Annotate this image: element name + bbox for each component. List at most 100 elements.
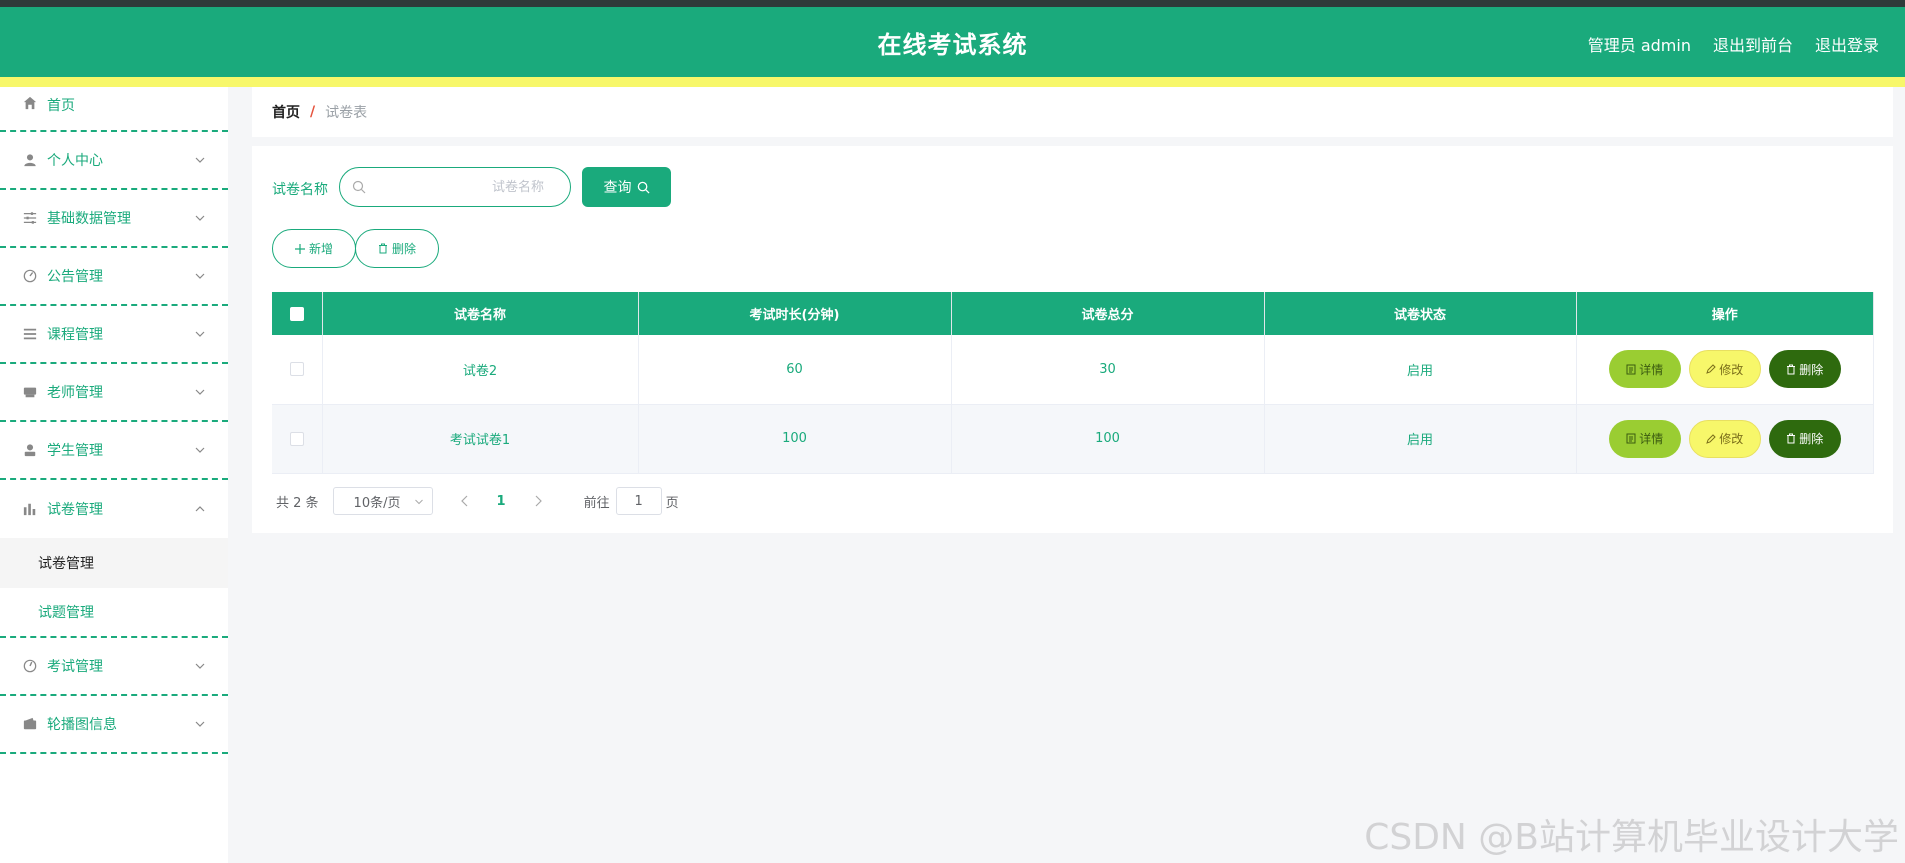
row-checkbox[interactable] <box>289 362 304 377</box>
logout-link[interactable]: 退出登录 <box>1815 32 1879 56</box>
watermark: CSDN @B站计算机毕业设计大学 <box>1364 817 1899 858</box>
breadcrumb-current: 试卷表 <box>325 105 368 121</box>
sidebar-item-exam-paper[interactable]: 试卷管理 <box>0 480 228 538</box>
batch-delete-button[interactable]: 删除 <box>355 229 439 268</box>
current-user: 管理员 admin <box>1587 36 1691 55</box>
sidebar-item-carousel[interactable]: 轮播图信息 <box>0 696 228 754</box>
sidebar-item-label: 轮播图信息 <box>47 717 117 733</box>
detail-button[interactable]: 详情 <box>1608 350 1681 389</box>
chevron-down-icon <box>195 663 205 669</box>
sidebar-item-label: 首页 <box>47 98 75 114</box>
cell-status: 启用 <box>1264 404 1577 474</box>
sidebar-item-teacher[interactable]: 老师管理 <box>0 364 228 422</box>
sidebar-item-profile[interactable]: 个人中心 <box>0 132 228 190</box>
trash-icon <box>1787 364 1796 375</box>
cell-ops: 详情 修改 删除 <box>1576 335 1874 405</box>
trash-icon <box>1787 433 1796 444</box>
sidebar-item-label: 学生管理 <box>47 443 103 459</box>
wallet-icon <box>22 716 38 732</box>
to-front-link[interactable]: 退出到前台 <box>1713 32 1793 56</box>
col-header-ops: 操作 <box>1576 292 1874 335</box>
edit-button[interactable]: 修改 <box>1688 350 1761 389</box>
row-checkbox[interactable] <box>289 431 304 446</box>
batch-delete-label: 删除 <box>391 242 416 256</box>
chevron-down-icon <box>195 447 205 453</box>
header-accent-bar <box>0 77 1905 87</box>
sidebar-subitem-paper[interactable]: 试卷管理 <box>0 538 228 588</box>
pagination-total: 共 2 条 <box>276 495 319 511</box>
table-row: 试卷2 60 30 启用 详情 修改 删除 <box>272 335 1874 405</box>
breadcrumb: 首页 / 试卷表 <box>252 87 1893 137</box>
add-button-label: 新增 <box>308 242 333 256</box>
table-row: 考试试卷1 100 100 启用 详情 修改 删除 <box>272 404 1874 474</box>
col-header-score: 试卷总分 <box>951 292 1265 335</box>
breadcrumb-home[interactable]: 首页 <box>272 102 300 122</box>
search-field[interactable] <box>339 167 571 207</box>
select-all-checkbox[interactable] <box>289 306 304 321</box>
edit-button[interactable]: 修改 <box>1688 419 1761 458</box>
delete-button[interactable]: 删除 <box>1768 419 1841 458</box>
page-number-current[interactable]: 1 <box>497 494 506 509</box>
edit-icon <box>1706 433 1716 444</box>
sidebar-item-notice[interactable]: 公告管理 <box>0 248 228 306</box>
sliders-icon <box>22 210 38 226</box>
delete-label: 删除 <box>1799 362 1824 377</box>
chevron-down-icon <box>195 215 205 221</box>
chevron-down-icon <box>195 389 205 395</box>
next-page-icon[interactable] <box>530 493 546 509</box>
cell-name: 考试试卷1 <box>322 404 639 474</box>
select-all-cell <box>272 292 323 335</box>
col-header-duration: 考试时长(分钟) <box>638 292 952 335</box>
sidebar-item-label: 个人中心 <box>47 153 103 169</box>
sidebar-item-label: 基础数据管理 <box>47 211 131 227</box>
sidebar-item-exam[interactable]: 考试管理 <box>0 638 228 696</box>
cell-name: 试卷2 <box>322 335 639 405</box>
chevron-down-icon <box>195 273 205 279</box>
bar-chart-icon <box>22 501 38 517</box>
chevron-down-icon <box>414 499 423 505</box>
sidebar-item-basic-data[interactable]: 基础数据管理 <box>0 190 228 248</box>
pagination: 共 2 条 10条/页 1 前往 页 <box>272 487 679 515</box>
dashboard-icon <box>22 268 38 284</box>
delete-button[interactable]: 删除 <box>1768 350 1841 389</box>
add-button[interactable]: 新增 <box>272 229 356 268</box>
prev-page-icon[interactable] <box>457 493 473 509</box>
cell-ops: 详情 修改 删除 <box>1576 404 1874 474</box>
sidebar-item-student[interactable]: 学生管理 <box>0 422 228 480</box>
page-size-select[interactable]: 10条/页 <box>332 487 433 515</box>
goto-page-input[interactable] <box>615 487 662 515</box>
search-input[interactable] <box>374 176 564 198</box>
chevron-up-icon <box>195 506 205 512</box>
main-panel: 试卷名称 查询 新增 删除 试卷名称 考试时长(分钟) 试卷总分 试卷状态 操作 <box>252 146 1893 533</box>
detail-label: 详情 <box>1639 362 1664 377</box>
chevron-down-icon <box>195 721 205 727</box>
page-word: 页 <box>665 495 679 511</box>
col-header-status: 试卷状态 <box>1264 292 1577 335</box>
sidebar-subitem-question[interactable]: 试题管理 <box>0 588 228 638</box>
sidebar-item-home[interactable]: 首页 <box>0 87 228 132</box>
desk-icon <box>22 384 38 400</box>
user-icon <box>22 152 38 168</box>
sidebar: 首页 个人中心 基础数据管理 公告管理 课程管理 老师管理 学生管理 试卷管理 … <box>0 87 228 863</box>
page-size-value: 10条/页 <box>353 495 401 511</box>
exam-paper-submenu: 试卷管理 试题管理 <box>0 538 228 638</box>
student-icon <box>22 442 38 458</box>
cell-score: 100 <box>951 404 1265 474</box>
app-header: 在线考试系统 管理员 admin 退出到前台 退出登录 <box>0 7 1905 77</box>
home-icon <box>22 95 38 111</box>
top-strip <box>0 0 1905 7</box>
chevron-down-icon <box>195 331 205 337</box>
sidebar-item-course[interactable]: 课程管理 <box>0 306 228 364</box>
trash-icon <box>378 243 387 254</box>
detail-button[interactable]: 详情 <box>1608 419 1681 458</box>
edit-icon <box>1706 364 1716 375</box>
compass-icon <box>22 658 38 674</box>
row-checkbox-cell <box>272 404 323 474</box>
col-header-name: 试卷名称 <box>322 292 639 335</box>
cell-score: 30 <box>951 335 1265 405</box>
exam-paper-table: 试卷名称 考试时长(分钟) 试卷总分 试卷状态 操作 试卷2 60 30 启用 … <box>272 292 1874 474</box>
edit-label: 修改 <box>1719 432 1744 446</box>
query-button[interactable]: 查询 <box>582 167 671 207</box>
table-header-row: 试卷名称 考试时长(分钟) 试卷总分 试卷状态 操作 <box>272 292 1874 335</box>
search-icon <box>637 181 650 194</box>
